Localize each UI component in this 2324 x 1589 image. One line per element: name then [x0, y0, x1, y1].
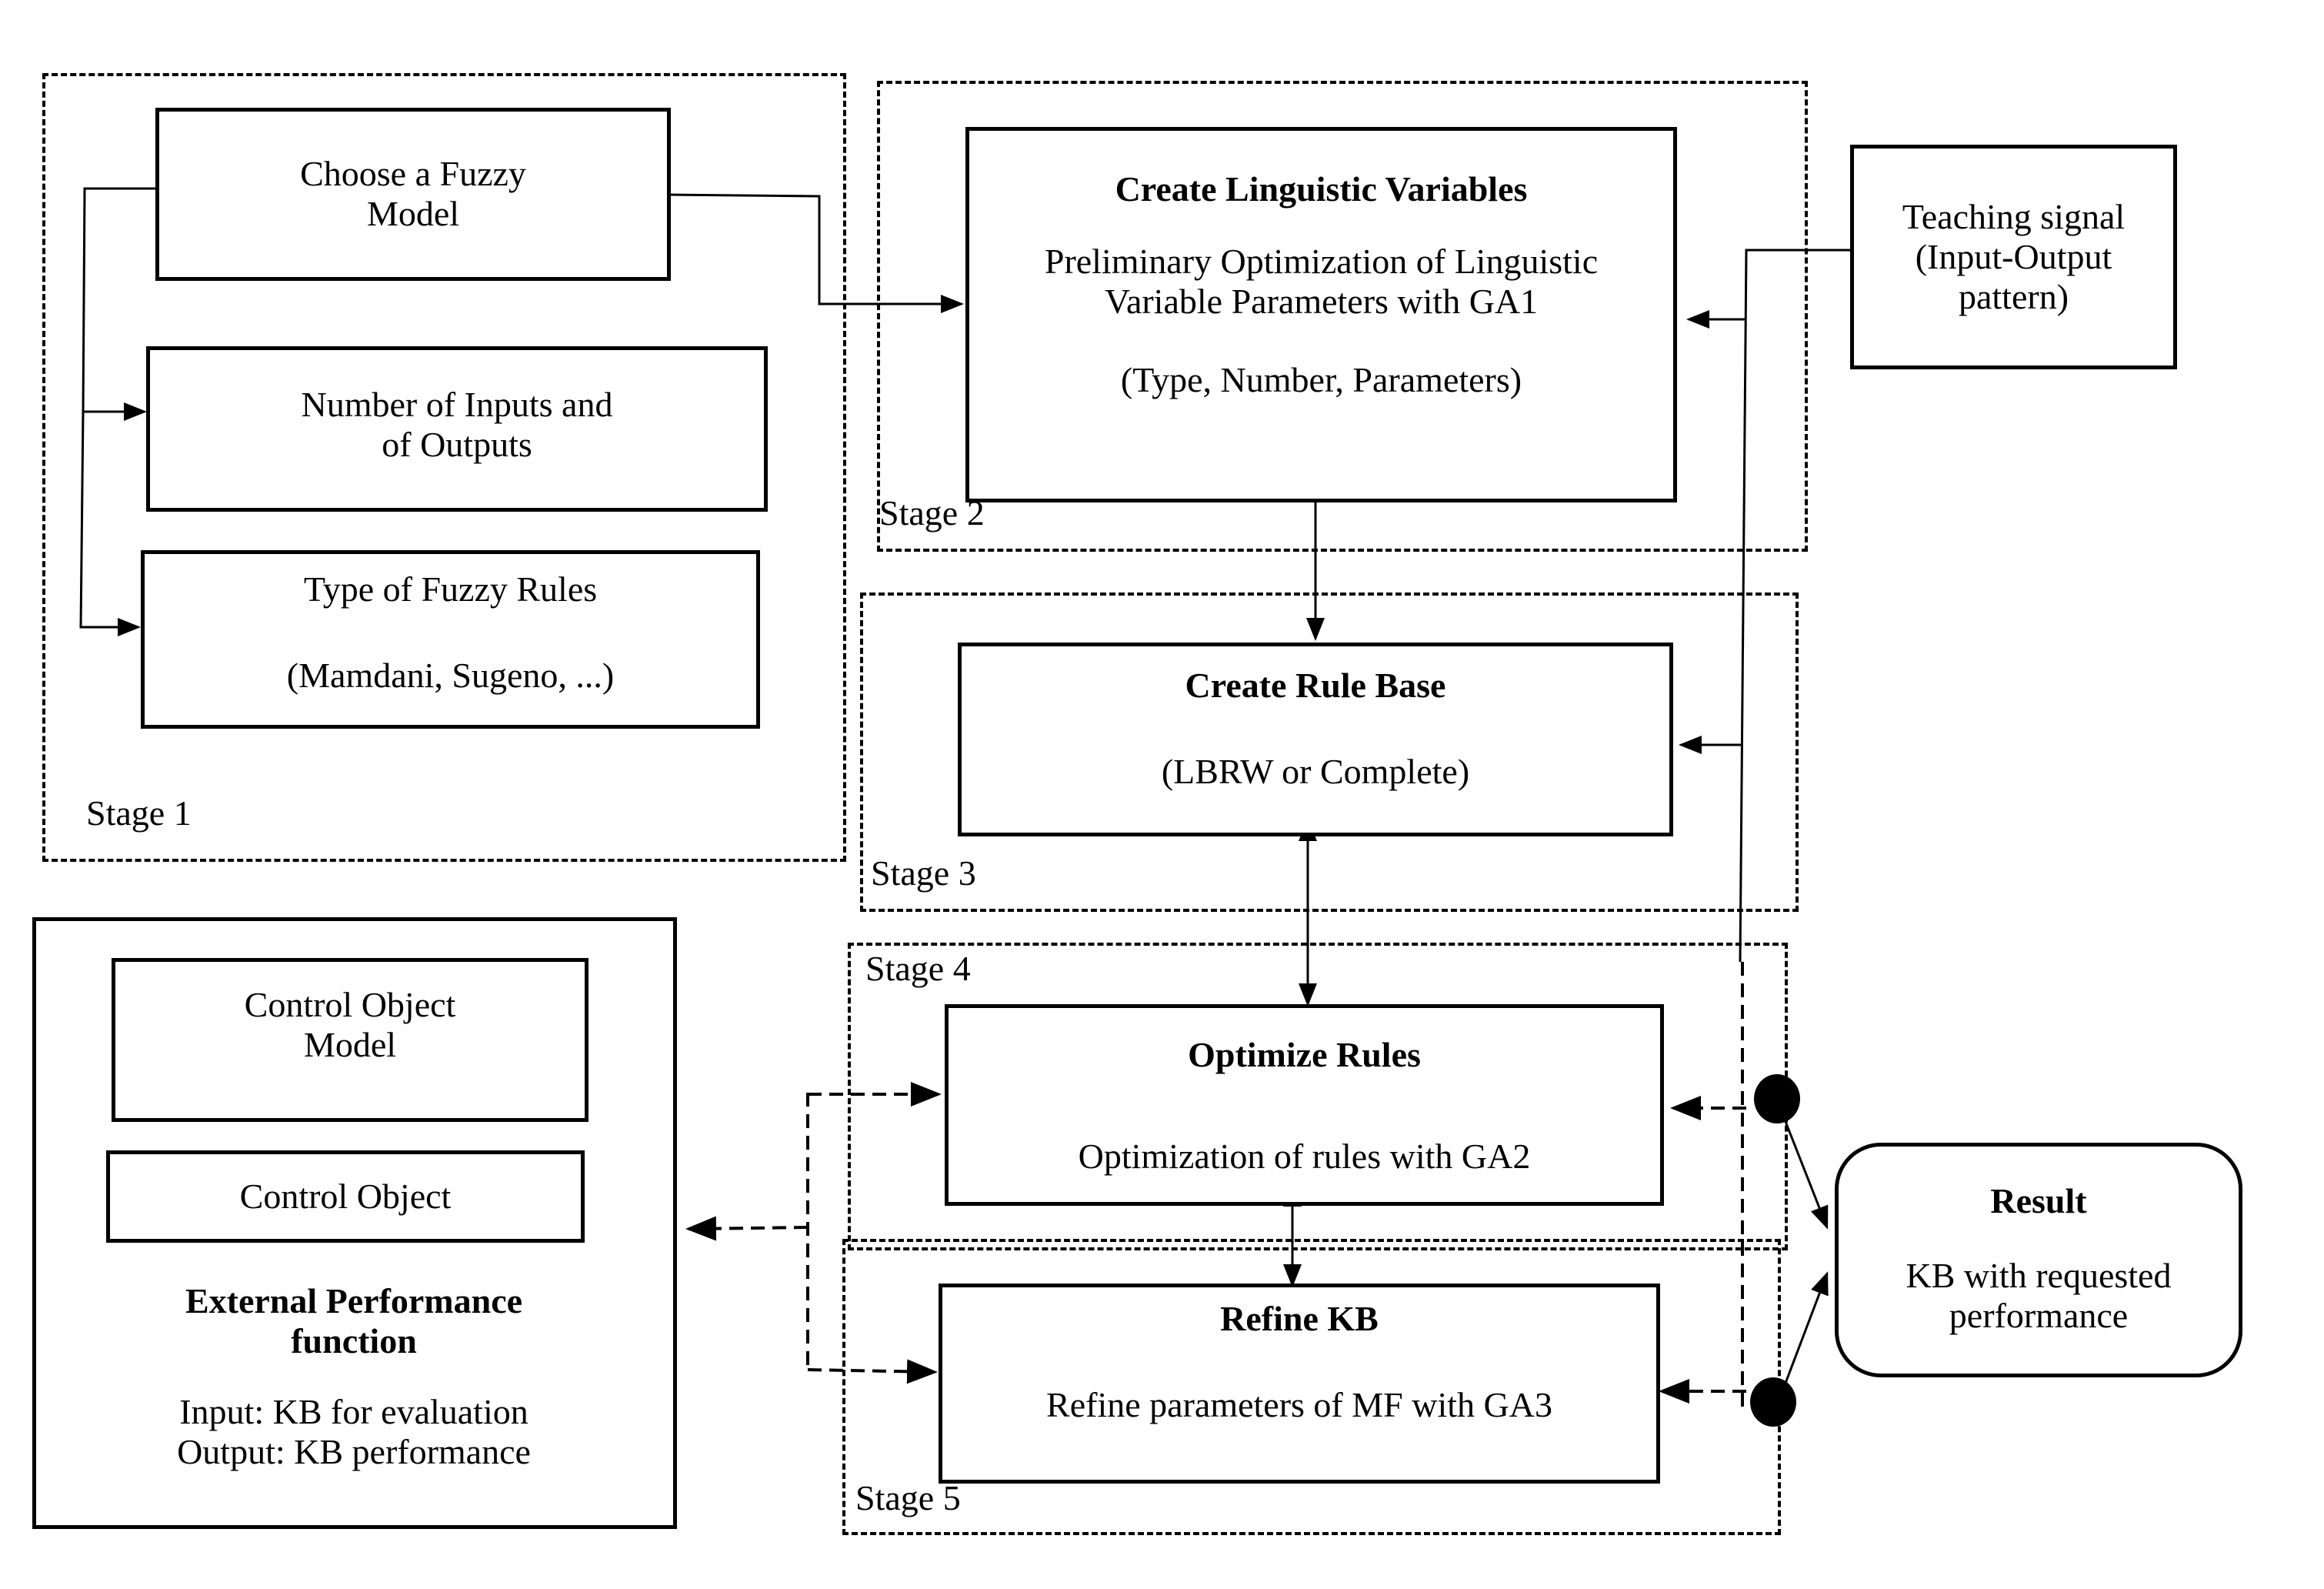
stage3-label: Stage 3: [871, 853, 976, 893]
linguistic-vars-line2: Variable Parameters with GA1: [1104, 282, 1539, 321]
arrow-dot2-to-result: [1783, 1271, 1829, 1386]
linguistic-vars-title: Create Linguistic Variables: [1115, 169, 1528, 209]
result-title: Result: [1990, 1181, 2087, 1220]
fuzzy-rule-type-box: Type of Fuzzy Rules (Mamdani, Sugeno, ..…: [141, 550, 760, 729]
dashed-arrow-to-external: [685, 1216, 809, 1241]
control-object-label: Control Object: [239, 1177, 452, 1216]
teaching-line3: pattern): [1958, 277, 2069, 316]
linguistic-vars-line1: Preliminary Optimization of Linguistic: [1044, 242, 1599, 281]
external-output: Output: KB performance: [177, 1432, 531, 1471]
stage1-label: Stage 1: [86, 793, 192, 833]
optimize-rules-detail: Optimization of rules with GA2: [1078, 1137, 1531, 1176]
rule-type-detail: (Mamdani, Sugeno, ...): [286, 656, 615, 695]
rule-type-title: Type of Fuzzy Rules: [303, 569, 598, 609]
teaching-signal-box: Teaching signal (Input-Output pattern): [1850, 145, 2177, 369]
external-title2: function: [291, 1321, 417, 1360]
control-object-box: Control Object: [106, 1150, 585, 1243]
optimize-rules-title: Optimize Rules: [1188, 1035, 1421, 1074]
refine-kb-title: Refine KB: [1220, 1299, 1379, 1338]
control-model-line1: Control Object: [244, 985, 456, 1024]
stage4-label: Stage 4: [865, 949, 971, 988]
arrow-dot1-to-result: [1783, 1119, 1829, 1230]
choose-model-line1: Choose a Fuzzy: [300, 154, 526, 193]
rule-base-title: Create Rule Base: [1185, 666, 1446, 705]
result-line1: KB with requested: [1906, 1256, 2172, 1295]
control-object-model-box: Control Object Model: [112, 958, 589, 1122]
teaching-line1: Teaching signal: [1902, 197, 2126, 236]
create-rule-base-box: Create Rule Base (LBRW or Complete): [958, 643, 1673, 836]
refine-kb-detail: Refine parameters of MF with GA3: [1046, 1385, 1552, 1424]
choose-model-line2: Model: [366, 194, 460, 233]
refine-kb-box: Refine KB Refine parameters of MF with G…: [939, 1284, 1660, 1484]
teaching-line2: (Input-Output: [1915, 237, 2112, 276]
choose-fuzzy-model-box: Choose a Fuzzy Model: [155, 108, 671, 281]
rule-base-detail: (LBRW or Complete): [1161, 752, 1470, 791]
result-box: Result KB with requested performance: [1835, 1143, 2242, 1377]
external-input: Input: KB for evaluation: [179, 1392, 528, 1431]
control-model-line2: Model: [303, 1025, 397, 1064]
create-linguistic-variables-box: Create Linguistic Variables Preliminary …: [965, 127, 1677, 502]
number-of-io-box: Number of Inputs and of Outputs: [146, 346, 768, 512]
num-io-line1: Number of Inputs and: [301, 385, 613, 424]
optimize-rules-box: Optimize Rules Optimization of rules wit…: [945, 1004, 1664, 1206]
linguistic-vars-detail: (Type, Number, Parameters): [1120, 360, 1522, 399]
external-title1: External Performance: [185, 1281, 523, 1320]
external-performance-text: External Performance function Input: KB …: [46, 1281, 662, 1472]
result-line2: performance: [1949, 1296, 2129, 1335]
num-io-line2: of Outputs: [382, 425, 532, 464]
